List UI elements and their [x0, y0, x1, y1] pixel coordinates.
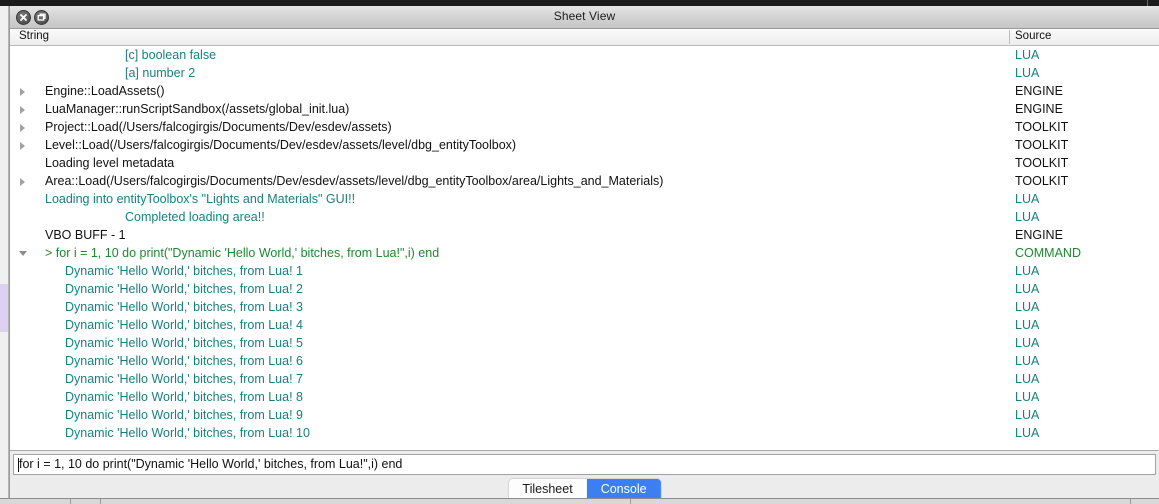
- desktop-background: Sheet View String Source [c] boolean fal…: [0, 0, 1159, 504]
- log-row-source: LUA: [1015, 264, 1040, 278]
- chevron-right-icon[interactable]: [20, 124, 25, 132]
- log-row-source: TOOLKIT: [1015, 156, 1069, 170]
- log-row-message: > for i = 1, 10 do print("Dynamic 'Hello…: [45, 246, 440, 260]
- chevron-right-icon[interactable]: [20, 88, 25, 96]
- log-row-message: Completed loading area!!: [125, 210, 265, 224]
- log-row-message: Dynamic 'Hello World,' bitches, from Lua…: [65, 426, 310, 440]
- log-row-source: TOOLKIT: [1015, 174, 1069, 188]
- command-input-value: for i = 1, 10 do print("Dynamic 'Hello W…: [19, 457, 403, 471]
- chevron-right-icon[interactable]: [20, 178, 25, 186]
- log-row-source: LUA: [1015, 66, 1040, 80]
- log-row[interactable]: > for i = 1, 10 do print("Dynamic 'Hello…: [10, 244, 1159, 262]
- chevron-down-icon[interactable]: [19, 251, 27, 256]
- log-row-message: Loading level metadata: [45, 156, 175, 170]
- log-row-source: LUA: [1015, 300, 1040, 314]
- log-row[interactable]: Loading into entityToolbox's "Lights and…: [10, 190, 1159, 208]
- console-log-list[interactable]: [c] boolean false LUA [a] number 2 LUA Engin…: [10, 46, 1159, 451]
- log-row[interactable]: Completed loading area!! LUA: [10, 208, 1159, 226]
- log-row-source: LUA: [1015, 192, 1040, 206]
- log-row[interactable]: Dynamic 'Hello World,' bitches, from Lua…: [10, 424, 1159, 442]
- log-row-message: Dynamic 'Hello World,' bitches, from Lua…: [65, 336, 303, 350]
- log-row-source: LUA: [1015, 426, 1040, 440]
- log-row-source: LUA: [1015, 318, 1040, 332]
- log-row-source: ENGINE: [1015, 84, 1063, 98]
- log-row-message: Area::Load(/Users/falcogirgis/Documents/…: [45, 174, 664, 188]
- chevron-right-icon[interactable]: [20, 142, 25, 150]
- log-row[interactable]: Level::Load(/Users/falcogirgis/Documents…: [10, 136, 1159, 154]
- log-row-source: ENGINE: [1015, 228, 1063, 242]
- log-row[interactable]: Dynamic 'Hello World,' bitches, from Lua…: [10, 262, 1159, 280]
- log-row-source: LUA: [1015, 390, 1040, 404]
- log-row-message: Dynamic 'Hello World,' bitches, from Lua…: [65, 372, 303, 386]
- log-row[interactable]: Dynamic 'Hello World,' bitches, from Lua…: [10, 352, 1159, 370]
- log-row-message: Dynamic 'Hello World,' bitches, from Lua…: [65, 264, 303, 278]
- log-row[interactable]: Engine::LoadAssets() ENGINE: [10, 82, 1159, 100]
- log-row-message: Dynamic 'Hello World,' bitches, from Lua…: [65, 354, 303, 368]
- log-row-source: COMMAND: [1015, 246, 1081, 260]
- log-row[interactable]: VBO BUFF - 1 ENGINE: [10, 226, 1159, 244]
- log-row-source: ENGINE: [1015, 102, 1063, 116]
- log-row[interactable]: Dynamic 'Hello World,' bitches, from Lua…: [10, 370, 1159, 388]
- window-title: Sheet View: [553, 9, 616, 23]
- log-row-source: TOOLKIT: [1015, 138, 1069, 152]
- log-row-message: LuaManager::runScriptSandbox(/assets/glo…: [45, 102, 350, 116]
- log-row-message: Dynamic 'Hello World,' bitches, from Lua…: [65, 390, 303, 404]
- log-row-source: LUA: [1015, 408, 1040, 422]
- log-row-message: Dynamic 'Hello World,' bitches, from Lua…: [65, 318, 303, 332]
- log-row-message: Dynamic 'Hello World,' bitches, from Lua…: [65, 282, 303, 296]
- outer-scrollbar-thumb[interactable]: [0, 284, 8, 332]
- log-row[interactable]: [a] number 2 LUA: [10, 64, 1159, 82]
- log-row[interactable]: Dynamic 'Hello World,' bitches, from Lua…: [10, 334, 1159, 352]
- log-row[interactable]: Dynamic 'Hello World,' bitches, from Lua…: [10, 388, 1159, 406]
- log-row[interactable]: Loading level metadata TOOLKIT: [10, 154, 1159, 172]
- column-header-source[interactable]: Source: [1015, 30, 1051, 42]
- log-row-source: LUA: [1015, 354, 1040, 368]
- log-row[interactable]: LuaManager::runScriptSandbox(/assets/glo…: [10, 100, 1159, 118]
- log-row[interactable]: Dynamic 'Hello World,' bitches, from Lua…: [10, 316, 1159, 334]
- log-row-message: Dynamic 'Hello World,' bitches, from Lua…: [65, 408, 303, 422]
- command-input-field[interactable]: for i = 1, 10 do print("Dynamic 'Hello W…: [13, 454, 1156, 475]
- log-row[interactable]: Dynamic 'Hello World,' bitches, from Lua…: [10, 406, 1159, 424]
- sheet-view-window: Sheet View String Source [c] boolean fal…: [9, 6, 1159, 504]
- log-row-source: LUA: [1015, 336, 1040, 350]
- log-row-source: LUA: [1015, 48, 1040, 62]
- log-row-source: LUA: [1015, 210, 1040, 224]
- log-row[interactable]: Project::Load(/Users/falcogirgis/Documen…: [10, 118, 1159, 136]
- log-row-message: Engine::LoadAssets(): [45, 84, 165, 98]
- log-row-message: Project::Load(/Users/falcogirgis/Documen…: [45, 120, 392, 134]
- column-header-row: String Source: [10, 29, 1159, 46]
- log-row-message: [a] number 2: [125, 66, 196, 80]
- log-row-source: TOOLKIT: [1015, 120, 1069, 134]
- log-row-message: Dynamic 'Hello World,' bitches, from Lua…: [65, 300, 303, 314]
- log-row[interactable]: [c] boolean false LUA: [10, 46, 1159, 64]
- outer-vertical-scrollbar[interactable]: [0, 6, 9, 498]
- column-divider[interactable]: [1009, 30, 1010, 44]
- underlying-window-edge: [0, 498, 1159, 504]
- log-row-message: [c] boolean false: [125, 48, 217, 62]
- log-row[interactable]: Dynamic 'Hello World,' bitches, from Lua…: [10, 298, 1159, 316]
- window-titlebar[interactable]: Sheet View: [10, 6, 1159, 29]
- log-row-message: Level::Load(/Users/falcogirgis/Documents…: [45, 138, 517, 152]
- log-row-source: LUA: [1015, 282, 1040, 296]
- log-row[interactable]: Area::Load(/Users/falcogirgis/Documents/…: [10, 172, 1159, 190]
- log-row-message: VBO BUFF - 1: [45, 228, 126, 242]
- log-row-message: Loading into entityToolbox's "Lights and…: [45, 192, 356, 206]
- column-header-string[interactable]: String: [19, 30, 49, 42]
- log-row-source: LUA: [1015, 372, 1040, 386]
- chevron-right-icon[interactable]: [20, 106, 25, 114]
- log-row[interactable]: Dynamic 'Hello World,' bitches, from Lua…: [10, 280, 1159, 298]
